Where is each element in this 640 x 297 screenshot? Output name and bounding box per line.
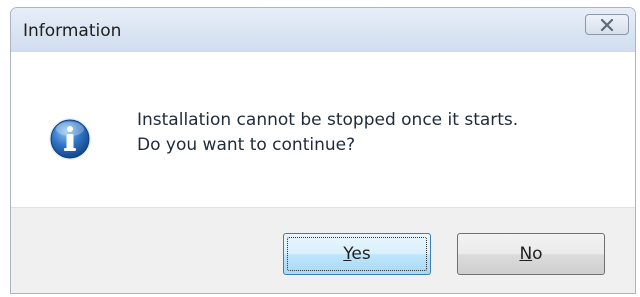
yes-button[interactable]: Yes [283, 233, 431, 275]
no-label-rest: o [532, 244, 543, 264]
button-bar: Yes No [11, 207, 635, 293]
dialog-content: Installation cannot be stopped once it s… [11, 52, 635, 207]
no-button[interactable]: No [457, 233, 605, 275]
yes-label-rest: es [351, 244, 371, 264]
close-icon [600, 19, 614, 31]
no-mnemonic: N [519, 244, 533, 264]
dialog-window: Information Installation cannot be stopp… [10, 7, 636, 294]
dialog-title: Information [23, 21, 122, 41]
dialog-message: Installation cannot be stopped once it s… [137, 108, 518, 158]
information-icon [49, 118, 91, 160]
title-bar[interactable]: Information [11, 8, 635, 52]
close-button[interactable] [585, 14, 629, 35]
message-line-1: Installation cannot be stopped once it s… [137, 110, 519, 130]
message-line-2: Do you want to continue? [137, 135, 356, 155]
